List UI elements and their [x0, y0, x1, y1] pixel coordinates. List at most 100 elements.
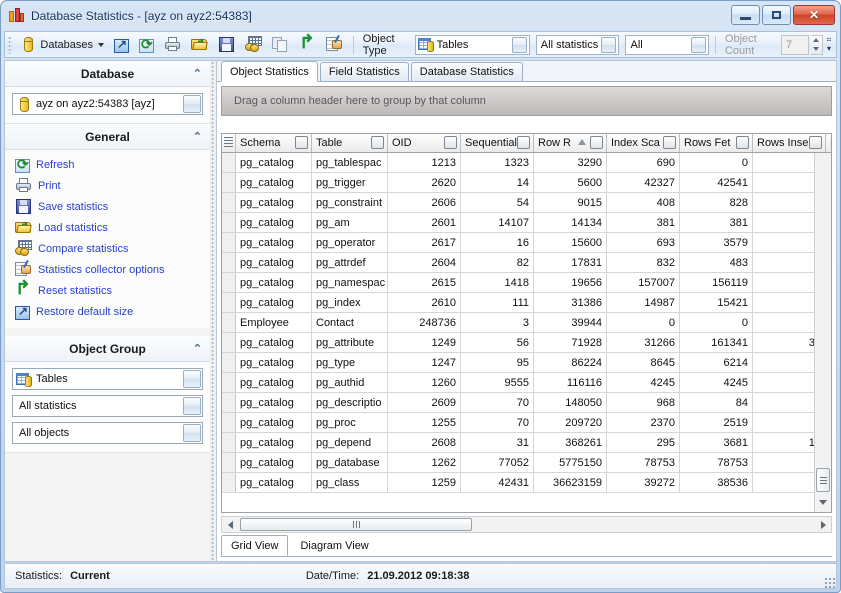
row-indicator-cell[interactable]	[222, 433, 236, 452]
copy-button[interactable]	[268, 34, 293, 56]
object-group-panel-header[interactable]: Object Group ⌃	[5, 336, 210, 362]
link-restore-default-size[interactable]: Restore default size	[15, 301, 210, 322]
column-filter-button[interactable]	[517, 136, 530, 149]
table-row[interactable]: pg_catalog pg_trigger 2620 14 5600 42327 42541…	[222, 173, 831, 193]
link-load-statistics-label[interactable]: Load statistics	[38, 222, 108, 234]
reset-statistics-button[interactable]	[295, 34, 320, 56]
table-row[interactable]: pg_catalog pg_descriptio 2609 70 148050 968 84…	[222, 393, 831, 413]
column-filter-button[interactable]	[590, 136, 603, 149]
external-window-button[interactable]	[110, 34, 133, 56]
toolbar-overflow-button[interactable]: ⠛ ▾	[825, 34, 833, 56]
grid-vertical-scrollbar[interactable]	[814, 153, 831, 512]
link-print[interactable]: Print	[15, 175, 210, 196]
object-group-statistics-dropdown-button[interactable]	[183, 397, 201, 415]
table-row[interactable]: pg_catalog pg_index 2610 111 31386 14987 15421…	[222, 293, 831, 313]
row-indicator-cell[interactable]	[222, 193, 236, 212]
statistics-filter-dropdown-button[interactable]	[601, 36, 617, 53]
link-compare-statistics-label[interactable]: Compare statistics	[38, 243, 128, 255]
link-statistics-collector-options-label[interactable]: Statistics collector options	[38, 264, 165, 276]
link-reset-statistics[interactable]: Reset statistics	[15, 280, 210, 301]
table-row[interactable]: pg_catalog pg_namespac 2615 1418 19656 157007…	[222, 273, 831, 293]
general-panel-header[interactable]: General ⌃	[5, 124, 210, 150]
link-reset-statistics-label[interactable]: Reset statistics	[38, 285, 112, 297]
column-header-rows-fet[interactable]: Rows Fet	[680, 134, 753, 152]
object-group-type-select[interactable]: Tables	[12, 368, 203, 390]
link-refresh[interactable]: Refresh	[15, 154, 210, 175]
row-indicator-cell[interactable]	[222, 153, 236, 172]
maximize-button[interactable]	[762, 5, 791, 25]
row-indicator-cell[interactable]	[222, 273, 236, 292]
chevron-down-icon[interactable]	[97, 42, 104, 47]
object-type-select[interactable]: Tables	[414, 34, 530, 55]
column-header-row[interactable]: Row	[826, 134, 831, 152]
table-row[interactable]: pg_catalogpg_am260114107141343813810	[222, 213, 831, 233]
object-group-objects-dropdown-button[interactable]	[183, 424, 201, 442]
scroll-left-button[interactable]	[222, 517, 238, 532]
row-indicator-cell[interactable]	[222, 173, 236, 192]
table-row[interactable]: pg_catalogpg_constraint26065490154088281	[222, 193, 831, 213]
horizontal-scroll-thumb[interactable]	[240, 518, 472, 531]
row-indicator-cell[interactable]	[222, 213, 236, 232]
row-indicator-cell[interactable]	[222, 413, 236, 432]
save-statistics-button[interactable]	[214, 34, 239, 56]
tab-diagram-view[interactable]: Diagram View	[291, 536, 377, 556]
table-row[interactable]: pg_catalogpg_type12479586224864562145	[222, 353, 831, 373]
row-indicator-cell[interactable]	[222, 473, 236, 492]
database-select[interactable]: ayz on ayz2:54383 [ayz]	[12, 93, 203, 115]
vertical-scroll-thumb[interactable]	[816, 468, 830, 492]
link-refresh-label[interactable]: Refresh	[36, 159, 75, 171]
tab-grid-view[interactable]: Grid View	[221, 535, 289, 556]
column-filter-button[interactable]	[663, 136, 676, 149]
row-indicator-cell[interactable]	[222, 233, 236, 252]
table-row[interactable]: pg_catalogpg_attrdef260482178318324831	[222, 253, 831, 273]
table-row[interactable]: pg_catalog pg_authid 1260 9555 116116 4245 424…	[222, 373, 831, 393]
table-row[interactable]: pg_catalogpg_operator2617161560069335790	[222, 233, 831, 253]
object-group-type-dropdown-button[interactable]	[183, 370, 201, 388]
chevron-up-icon[interactable]: ⌃	[193, 67, 202, 80]
column-filter-button[interactable]	[809, 136, 822, 149]
object-type-dropdown-button[interactable]	[511, 36, 527, 53]
chevron-up-icon[interactable]: ⌃	[193, 342, 202, 355]
column-header-oid[interactable]: OID	[388, 134, 461, 152]
column-header-index-sca[interactable]: Index Sca	[607, 134, 680, 152]
statistics-options-button[interactable]	[322, 34, 347, 56]
group-by-drop-area[interactable]: Drag a column header here to group by th…	[221, 86, 832, 116]
tab-field-statistics[interactable]: Field Statistics	[319, 62, 409, 81]
column-filter-button[interactable]	[736, 136, 749, 149]
link-save-statistics[interactable]: Save statistics	[15, 196, 210, 217]
database-panel-header[interactable]: Database ⌃	[5, 61, 210, 87]
grid-horizontal-scrollbar[interactable]	[221, 516, 832, 533]
column-header-rows-inse[interactable]: Rows Inse	[753, 134, 826, 152]
table-row[interactable]: EmployeeContact248736339944000	[222, 313, 831, 333]
tab-database-statistics[interactable]: Database Statistics	[410, 62, 523, 81]
scroll-right-button[interactable]	[815, 517, 831, 532]
objects-filter-dropdown-button[interactable]	[691, 36, 707, 53]
load-statistics-button[interactable]: ↱	[187, 34, 212, 56]
resize-grip[interactable]	[824, 577, 836, 589]
column-filter-button[interactable]	[295, 136, 308, 149]
column-header-schema[interactable]: Schema	[236, 134, 312, 152]
column-header-sequential[interactable]: Sequential	[461, 134, 534, 152]
object-group-objects-select[interactable]: All objects	[12, 422, 203, 444]
toolbar-grip[interactable]	[8, 35, 13, 54]
column-filter-button[interactable]	[444, 136, 457, 149]
table-row[interactable]: pg_catalogpg_tablespac12131323329069000	[222, 153, 831, 173]
link-save-statistics-label[interactable]: Save statistics	[38, 201, 108, 213]
row-indicator-cell[interactable]	[222, 453, 236, 472]
close-button[interactable]: ✕	[793, 5, 835, 25]
databases-button[interactable]: Databases	[16, 34, 108, 56]
row-indicator-cell[interactable]	[222, 313, 236, 332]
table-row[interactable]: pg_catalog pg_database 1262 77052 5775150 787…	[222, 453, 831, 473]
row-indicator-cell[interactable]	[222, 373, 236, 392]
row-indicator-cell[interactable]	[222, 253, 236, 272]
compare-statistics-button[interactable]	[241, 34, 266, 56]
column-filter-button[interactable]	[371, 136, 384, 149]
refresh-button[interactable]	[135, 34, 158, 56]
link-statistics-collector-options[interactable]: Statistics collector options	[15, 259, 210, 280]
link-print-label[interactable]: Print	[38, 180, 61, 192]
column-header-row-r[interactable]: Row R	[534, 134, 607, 152]
row-indicator-cell[interactable]	[222, 353, 236, 372]
object-group-statistics-select[interactable]: All statistics	[12, 395, 203, 417]
scroll-down-button[interactable]	[816, 494, 830, 511]
statistics-filter-select[interactable]: All statistics	[535, 34, 620, 55]
